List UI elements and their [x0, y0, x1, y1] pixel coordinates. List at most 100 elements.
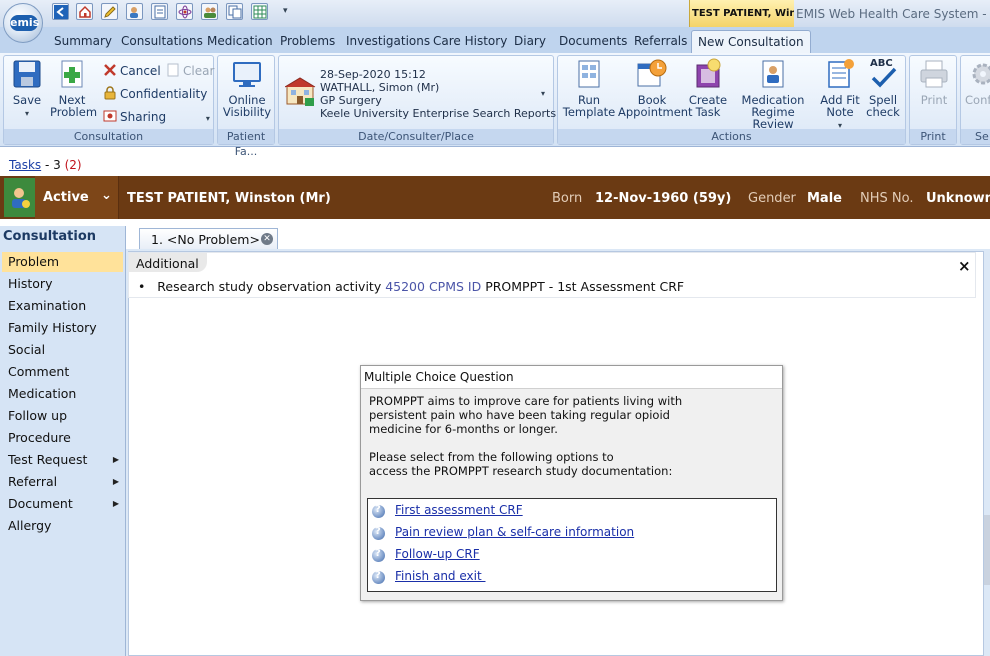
entry-bullet: •: [138, 279, 146, 294]
home-icon[interactable]: [76, 3, 93, 20]
sidebar-item-history[interactable]: History: [2, 274, 123, 294]
back-icon[interactable]: [52, 3, 69, 20]
born-label: Born: [552, 191, 583, 206]
patient-status-selector[interactable]: Active ⌄: [35, 176, 119, 219]
sharing-button[interactable]: Sharing ▾: [103, 109, 210, 124]
ribbon-group-print: Print Print: [909, 55, 957, 145]
quick-access-dropdown-icon[interactable]: ▾: [283, 6, 288, 16]
emis-logo[interactable]: emis: [3, 3, 43, 43]
date-consulter-dropdown-icon[interactable]: ▾: [541, 89, 545, 98]
options-list: First assessment CRF Pain review plan & …: [367, 498, 777, 592]
padlock-icon: [103, 86, 117, 100]
next-problem-label-2: Problem: [50, 105, 98, 119]
group-label-date-consulter-place: Date/Consulter/Place: [279, 129, 553, 144]
sidebar-item-problem[interactable]: Problem: [2, 252, 123, 272]
ribbon: Save ▾ Next Problem Cancel Clear Confide…: [0, 53, 990, 158]
tab-summary[interactable]: Summary: [54, 34, 112, 48]
scrollbar[interactable]: [984, 515, 990, 585]
cancel-label: Cancel: [120, 64, 161, 78]
save-button[interactable]: Save ▾: [7, 58, 47, 120]
logo-text: emis: [10, 15, 40, 31]
atom-icon[interactable]: [176, 3, 193, 20]
document-icon[interactable]: [151, 3, 168, 20]
print-button[interactable]: Print: [915, 58, 953, 106]
sidebar-item-comment[interactable]: Comment: [2, 362, 123, 382]
pencil-icon[interactable]: [101, 3, 118, 20]
tab-care-history[interactable]: Care History: [433, 34, 507, 48]
medication-review-button[interactable]: Medication Regime Review: [732, 58, 814, 130]
spell-check-button[interactable]: ABC Spell check: [864, 58, 902, 118]
gear-icon: [967, 58, 990, 90]
sidebar-item-follow-up[interactable]: Follow up: [2, 406, 123, 426]
save-dropdown-icon[interactable]: ▾: [25, 109, 29, 118]
patient-status-icon[interactable]: [4, 178, 35, 217]
confidentiality-button[interactable]: Confidentiality: [103, 86, 207, 101]
consultation-place: GP Surgery: [320, 94, 382, 107]
sidebar-item-medication[interactable]: Medication: [2, 384, 123, 404]
online-visibility-button[interactable]: Online Visibility: [222, 58, 272, 118]
problem-tab[interactable]: 1. <No Problem> ✕: [139, 228, 278, 249]
save-label: Save: [12, 93, 42, 107]
sidebar-item-label: Procedure: [8, 430, 71, 445]
consultation-entry[interactable]: • Research study observation activity 45…: [138, 279, 684, 294]
copy-icon[interactable]: [226, 3, 243, 20]
tab-documents[interactable]: Documents: [559, 34, 627, 48]
sidebar-item-family-history[interactable]: Family History: [2, 318, 123, 338]
sidebar-item-label: Family History: [8, 320, 97, 335]
patient-find-icon[interactable]: [126, 3, 143, 20]
sidebar-item-label: History: [8, 276, 53, 291]
nhs-label: NHS No.: [860, 191, 914, 206]
surgery-building-icon: [284, 76, 317, 108]
sidebar-item-examination[interactable]: Examination: [2, 296, 123, 316]
conf-button[interactable]: Conf: [965, 58, 990, 106]
clear-button[interactable]: Clear: [166, 63, 214, 78]
sidebar-item-label: Social: [8, 342, 46, 357]
option-link[interactable]: Finish and exit: [395, 569, 486, 583]
sidebar-item-test-request[interactable]: Test Request ▶: [2, 450, 123, 470]
sidebar-item-label: Problem: [8, 254, 60, 269]
patient-context-tab[interactable]: TEST PATIENT, Winst: [689, 0, 794, 27]
sharing-dropdown-icon[interactable]: ▾: [206, 114, 210, 123]
tasks-summary: Tasks - 3 (2): [9, 158, 82, 172]
tab-new-consultation[interactable]: New Consultation: [691, 30, 811, 54]
option-link[interactable]: Pain review plan & self-care information: [395, 525, 634, 539]
tab-medication[interactable]: Medication: [207, 34, 273, 48]
run-template-button[interactable]: Run Template: [562, 58, 616, 118]
grid-icon[interactable]: [251, 3, 268, 20]
sidebar-item-label: Document: [8, 496, 73, 511]
ribbon-group-consultation: Save ▾ Next Problem Cancel Clear Confide…: [3, 55, 214, 145]
cancel-button[interactable]: Cancel: [103, 63, 161, 78]
spell-check-icon: ABC: [867, 58, 899, 90]
close-icon[interactable]: ×: [958, 257, 971, 275]
sidebar-item-procedure[interactable]: Procedure: [2, 428, 123, 448]
tab-consultations[interactable]: Consultations: [121, 34, 203, 48]
title-bar: ▾ TEST PATIENT, Winst EMIS Web Health Ca…: [0, 0, 990, 27]
tab-diary[interactable]: Diary: [514, 34, 546, 48]
users-icon[interactable]: [201, 3, 218, 20]
patient-name: TEST PATIENT, Winston (Mr): [127, 191, 331, 206]
run-template-label-2: Template: [562, 105, 616, 119]
sidebar-item-social[interactable]: Social: [2, 340, 123, 360]
tasks-link[interactable]: Tasks: [9, 158, 41, 172]
sidebar-item-label: Medication: [8, 386, 77, 401]
submenu-arrow-icon: ▶: [112, 499, 119, 508]
close-tab-icon[interactable]: ✕: [261, 233, 273, 245]
ribbon-group-actions: Run Template Book Appointment Create Tas…: [557, 55, 906, 145]
tab-referrals[interactable]: Referrals: [634, 34, 687, 48]
option-link[interactable]: Follow-up CRF: [395, 547, 480, 561]
add-fit-note-label-2: Note: [826, 105, 854, 119]
create-task-button[interactable]: Create Task: [686, 58, 730, 118]
sidebar-item-referral[interactable]: Referral ▶: [2, 472, 123, 492]
conf-label: Conf: [965, 93, 990, 107]
next-problem-button[interactable]: Next Problem: [50, 58, 98, 119]
option-link[interactable]: First assessment CRF: [395, 503, 523, 517]
sidebar-item-document[interactable]: Document ▶: [2, 494, 123, 514]
sidebar-item-allergy[interactable]: Allergy: [2, 516, 123, 536]
ribbon-group-date-consulter-place[interactable]: 28-Sep-2020 15:12 WATHALL, Simon (Mr) GP…: [278, 55, 556, 145]
book-appointment-button[interactable]: Book Appointment: [618, 58, 693, 118]
tasks-urgent-count: (2): [64, 158, 82, 172]
add-fit-note-button[interactable]: Add Fit Note ▾: [816, 58, 864, 132]
ribbon-group-se: Conf Se: [960, 55, 990, 145]
tab-investigations[interactable]: Investigations: [346, 34, 430, 48]
tab-problems[interactable]: Problems: [280, 34, 335, 48]
